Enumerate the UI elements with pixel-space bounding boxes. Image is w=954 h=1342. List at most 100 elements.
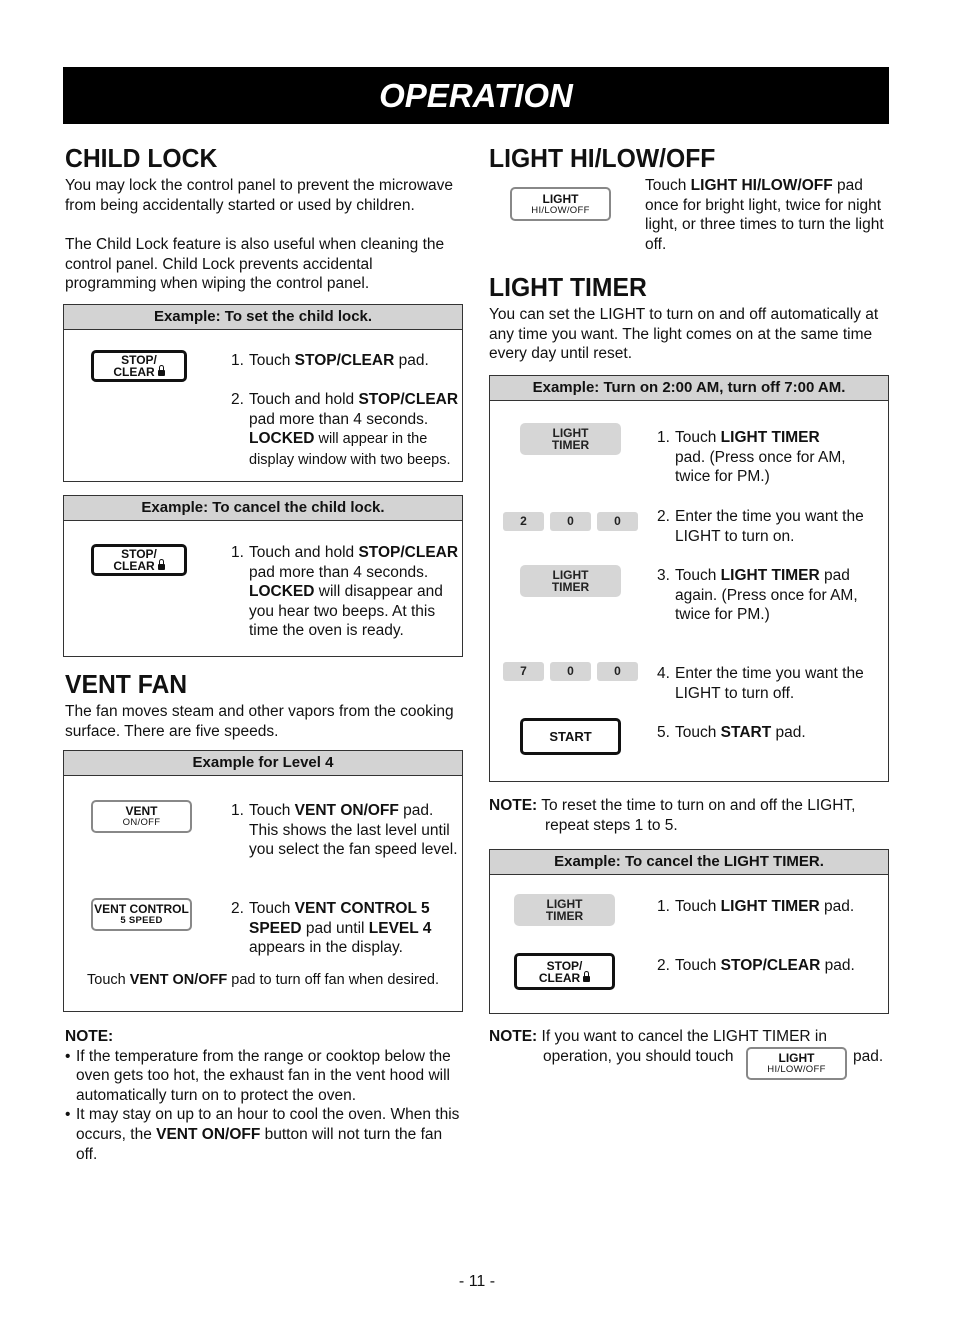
step-item: 3. Touch LIGHT TIMER pad again. (Press o…	[657, 566, 882, 625]
page-banner: OPERATION	[63, 67, 889, 124]
number-key[interactable]: 0	[550, 662, 591, 681]
step-text: pad more than 4 seconds.	[249, 563, 429, 581]
step-text: Touch	[675, 957, 721, 974]
light-timer-intro: You can set the LIGHT to turn on and off…	[489, 306, 879, 363]
note-bold: VENT ON/OFF	[156, 1125, 261, 1143]
step-bold: LIGHT TIMER	[720, 567, 820, 584]
step-bold: START	[720, 724, 772, 741]
pad-label-line2: 5 SPEED	[120, 915, 163, 926]
pad-label-line2: ON/OFF	[122, 817, 161, 828]
step-bold: LOCKED	[249, 430, 315, 448]
step-text: pad.	[394, 352, 429, 369]
step-text: pad.	[771, 724, 806, 741]
light-hilowoff-pad[interactable]: LIGHT HI/LOW/OFF	[746, 1047, 847, 1080]
pad-label-line1: LIGHT	[778, 1051, 815, 1065]
step-number: 2.	[231, 900, 244, 917]
step-bold: LIGHT TIMER	[720, 898, 820, 915]
vent-on-off-pad[interactable]: VENT ON/OFF	[91, 800, 192, 833]
vent-fan-heading: VENT FAN	[65, 669, 188, 699]
pad-label-line2: TIMER	[551, 438, 590, 452]
step-text: pad.	[820, 957, 855, 974]
note-label: NOTE:	[489, 1028, 538, 1045]
note-text: To reset the time to turn on and off the…	[537, 797, 856, 834]
note-line-2: operation, you should touch	[543, 1048, 734, 1065]
step-text: Touch	[675, 724, 721, 741]
number-key[interactable]: 7	[503, 662, 544, 681]
step-text: pad more than 4 seconds.	[249, 410, 429, 428]
pad-label-line2: TIMER	[545, 909, 584, 923]
step-number: 1.	[231, 802, 244, 819]
step-number: 3.	[657, 567, 670, 584]
light-timer-example: Example: Turn on 2:00 AM, turn off 7:00 …	[489, 375, 889, 782]
example-header: Example: To cancel the child lock.	[64, 496, 462, 521]
pad-label-line1: VENT	[125, 804, 158, 818]
step-text: Touch	[249, 900, 295, 917]
step-number: 2.	[657, 508, 670, 525]
step-item: 2. Touch VENT CONTROL 5 SPEED pad until …	[231, 899, 451, 958]
number-key[interactable]: 0	[550, 512, 591, 531]
number-key[interactable]: 0	[597, 512, 638, 531]
number-key[interactable]: 0	[597, 662, 638, 681]
light-hilowoff-pad[interactable]: LIGHT HI/LOW/OFF	[510, 187, 611, 221]
step-number: 4.	[657, 665, 670, 682]
step-text: Touch	[249, 352, 295, 369]
step-text: Touch	[249, 802, 295, 819]
start-pad[interactable]: START	[520, 718, 621, 755]
stop-clear-pad[interactable]: STOP/ CLEAR	[91, 544, 187, 576]
step-text: Enter the time you want the LIGHT to tur…	[675, 508, 864, 545]
pad-label-line1: LIGHT	[542, 191, 579, 206]
light-timer-pad[interactable]: LIGHT TIMER	[514, 894, 615, 926]
vent-level-example: Example for Level 4 VENT ON/OFF 1. Touch…	[63, 750, 463, 1012]
step-text: Touch	[675, 898, 721, 915]
light-timer-pad[interactable]: LIGHT TIMER	[520, 423, 621, 455]
light-hilowoff-text: Touch LIGHT HI/LOW/OFF pad once for brig…	[645, 176, 890, 254]
set-child-lock-example: Example: To set the child lock. STOP/ CL…	[63, 304, 463, 482]
note-text: If you want to cancel the LIGHT TIMER in	[537, 1028, 827, 1045]
pad-label-line2: CLEAR	[113, 365, 155, 379]
number-key[interactable]: 2	[503, 512, 544, 531]
stop-clear-pad[interactable]: STOP/ CLEAR	[91, 350, 187, 382]
vent-note: NOTE: If the temperature from the range …	[65, 1027, 460, 1164]
step-text: Touch and hold	[249, 544, 359, 561]
step-item: 2. Enter the time you want the LIGHT to …	[657, 507, 872, 546]
step-item: 1. Touch VENT ON/OFF pad. This shows the…	[231, 801, 461, 860]
step-bold: LEVEL 4	[368, 919, 432, 937]
step-text: Touch and hold	[249, 391, 359, 408]
pad-label-line1: VENT CONTROL	[94, 902, 189, 916]
child-lock-heading: CHILD LOCK	[65, 143, 218, 173]
vent-control-pad[interactable]: VENT CONTROL 5 SPEED	[91, 898, 192, 931]
lock-icon	[583, 970, 591, 982]
step-number: 2.	[657, 957, 670, 974]
lock-icon	[157, 559, 165, 570]
reset-note: NOTE: To reset the time to turn on and o…	[489, 796, 889, 835]
page-title: OPERATION	[379, 76, 573, 114]
light-timer-pad[interactable]: LIGHT TIMER	[520, 565, 621, 597]
example-header: Example: To set the child lock.	[64, 305, 462, 330]
text-bold: LIGHT HI/LOW/OFF	[690, 177, 833, 194]
step-text: Touch	[675, 567, 721, 584]
pad-label-line2: HI/LOW/OFF	[767, 1064, 826, 1075]
step-item: 4. Enter the time you want the LIGHT to …	[657, 664, 885, 703]
note-bullet: It may stay on up to an hour to cool the…	[65, 1105, 460, 1164]
step-number: 1.	[231, 544, 244, 561]
pad-label-line2: HI/LOW/OFF	[531, 204, 590, 216]
note-label: NOTE:	[489, 797, 538, 814]
step-item: 1. Touch STOP/CLEAR pad.	[231, 351, 461, 371]
step-item: 2. Touch STOP/CLEAR pad.	[657, 956, 887, 976]
light-hilowoff-heading: LIGHT HI/LOW/OFF	[489, 143, 716, 173]
step-text: Touch	[675, 429, 721, 446]
step-text: appears in the display.	[249, 939, 403, 957]
step-bold: STOP/CLEAR	[358, 544, 459, 561]
cancel-child-lock-example: Example: To cancel the child lock. STOP/…	[63, 495, 463, 657]
cancel-light-timer-example: Example: To cancel the LIGHT TIMER. LIGH…	[489, 849, 889, 1014]
step-text: Enter the time you want the LIGHT to tur…	[675, 665, 864, 702]
step-item: 1. Touch and hold STOP/CLEAR pad more th…	[231, 543, 463, 641]
stop-clear-pad[interactable]: STOP/ CLEAR	[514, 953, 615, 990]
pad-label-line2: TIMER	[551, 580, 590, 594]
note-bullet: If the temperature from the range or coo…	[65, 1047, 460, 1106]
text: Touch	[645, 177, 691, 194]
note-pad-suffix: pad.	[853, 1048, 884, 1065]
step-item: 1. Touch LIGHT TIMER pad. (Press once fo…	[657, 428, 887, 487]
example-header: Example: To cancel the LIGHT TIMER.	[490, 850, 888, 875]
footer-bold: VENT ON/OFF	[129, 972, 228, 988]
